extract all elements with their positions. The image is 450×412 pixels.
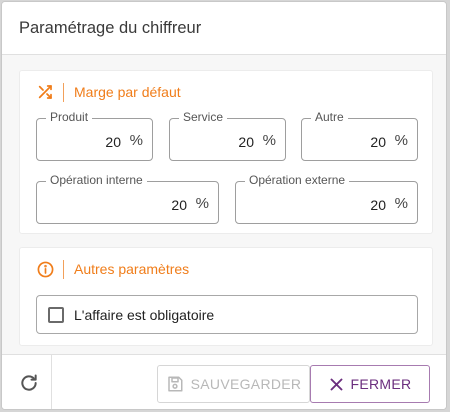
percent-suffix: % (262, 132, 276, 149)
section-divider (63, 259, 64, 279)
autre-label: Autre (311, 110, 348, 125)
percent-suffix: % (195, 195, 209, 212)
produit-label: Produit (46, 110, 93, 125)
affaire-obligatoire-checkbox[interactable] (48, 307, 64, 323)
affaire-obligatoire-label: L'affaire est obligatoire (74, 307, 215, 323)
close-button-label: FERMER (350, 376, 412, 392)
percent-suffix: % (394, 195, 408, 212)
percent-suffix: % (129, 132, 143, 149)
operation-interne-label: Opération interne (46, 173, 147, 188)
save-icon (166, 375, 184, 393)
produit-value[interactable]: 20 (105, 134, 121, 150)
operation-externe-label: Opération externe (245, 173, 350, 188)
save-button[interactable]: SAUVEGARDER (157, 365, 310, 403)
dialog-body: Marge par défaut Produit 20 % Service 20… (2, 55, 446, 354)
footer-divider (51, 355, 52, 409)
other-settings-section: Autres paramètres L'affaire est obligato… (19, 247, 433, 346)
section-divider (63, 82, 64, 102)
autre-value[interactable]: 20 (370, 134, 386, 150)
operation-externe-value[interactable]: 20 (370, 197, 386, 213)
dialog-footer: SAUVEGARDER FERMER (2, 354, 446, 409)
dialog-title: Paramétrage du chiffreur (19, 19, 202, 37)
shuffle-icon (36, 83, 54, 101)
save-button-label: SAUVEGARDER (190, 376, 302, 392)
close-icon (329, 377, 344, 392)
operation-interne-field[interactable]: Opération interne 20 % (36, 173, 219, 224)
service-field[interactable]: Service 20 % (169, 110, 286, 161)
settings-dialog: Paramétrage du chiffreur Marge par défau… (1, 1, 447, 410)
affaire-obligatoire-row[interactable]: L'affaire est obligatoire (36, 295, 418, 334)
other-settings-title: Autres paramètres (74, 261, 190, 277)
service-value[interactable]: 20 (238, 134, 254, 150)
margin-section-title: Marge par défaut (74, 84, 181, 100)
info-icon (36, 260, 54, 278)
margin-section: Marge par défaut Produit 20 % Service 20… (19, 70, 433, 234)
dialog-header: Paramétrage du chiffreur (2, 2, 446, 55)
margin-section-header: Marge par défaut (36, 82, 181, 102)
refresh-icon[interactable] (18, 372, 40, 394)
service-label: Service (179, 110, 228, 125)
operation-externe-field[interactable]: Opération externe 20 % (235, 173, 418, 224)
operation-interne-value[interactable]: 20 (171, 197, 187, 213)
percent-suffix: % (394, 132, 408, 149)
close-button[interactable]: FERMER (310, 365, 430, 403)
autre-field[interactable]: Autre 20 % (301, 110, 418, 161)
other-settings-header: Autres paramètres (36, 259, 189, 279)
produit-field[interactable]: Produit 20 % (36, 110, 153, 161)
